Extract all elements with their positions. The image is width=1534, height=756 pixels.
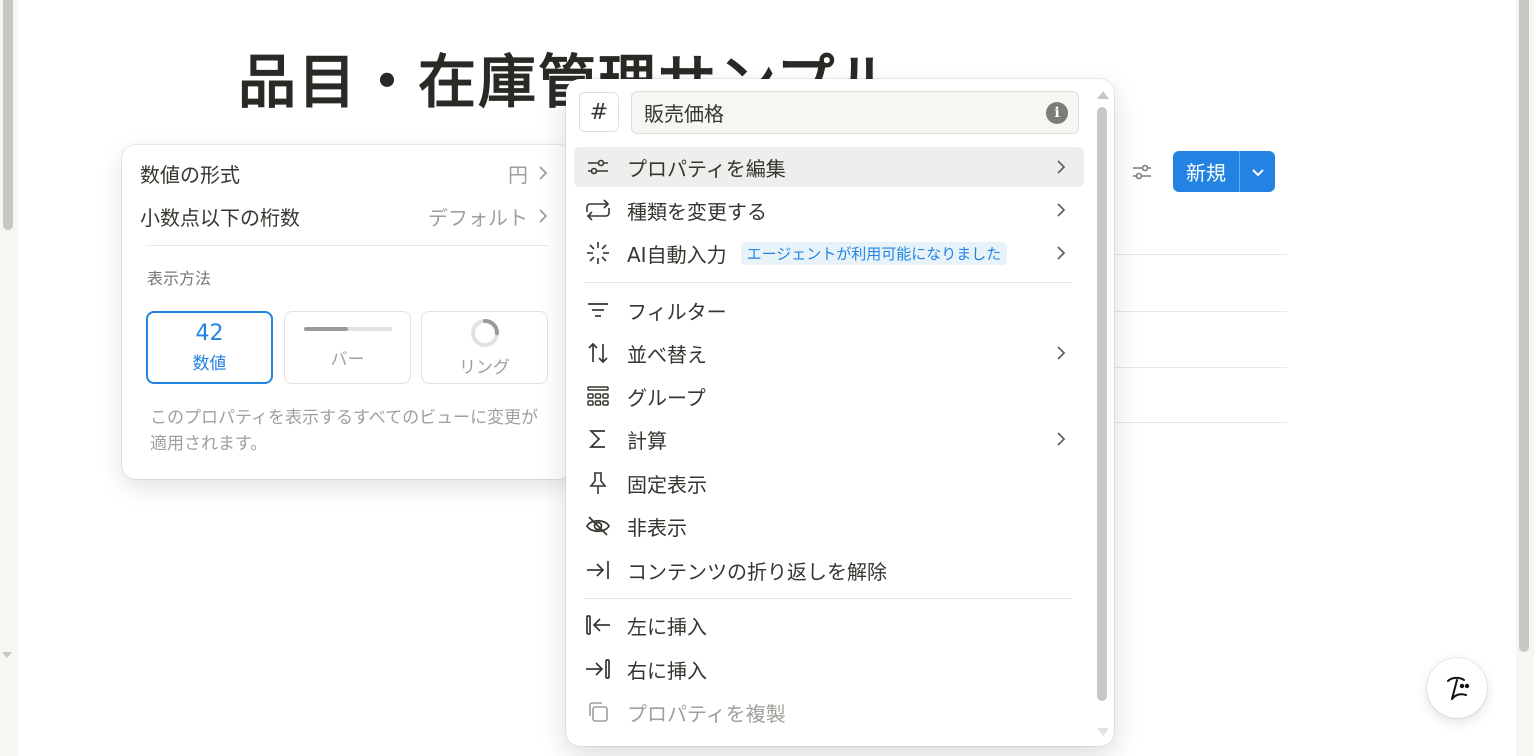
number-format-value: 円: [508, 162, 528, 187]
info-icon[interactable]: i: [1046, 101, 1068, 124]
menu-item-label: 並べ替え: [627, 342, 707, 367]
chevron-right-icon: [1057, 246, 1066, 260]
sparkle-icon: [584, 239, 612, 267]
eye-off-icon: [584, 512, 612, 540]
display-option-bar-label: バー: [330, 350, 365, 370]
duplicate-icon: [584, 698, 612, 726]
menu-scrollbar-thumb[interactable]: [1097, 107, 1107, 701]
sigma-icon: [584, 425, 612, 453]
property-name-input[interactable]: [642, 99, 1046, 126]
new-button-group: 新規: [1173, 151, 1275, 192]
menu-item-label: フィルター: [627, 299, 727, 324]
menu-item-label: 左に挿入: [627, 614, 707, 639]
property-menu: # i プロパティを編集 種類を変更する AI自動入力 エージェントが利用可能に…: [566, 79, 1114, 746]
menu-item-label: グループ: [627, 385, 706, 410]
menu-scroll-down-arrow[interactable]: [1097, 728, 1109, 736]
swap-icon: [584, 196, 612, 224]
menu-item-duplicate-property[interactable]: プロパティを複製: [574, 692, 1084, 732]
menu-item-hide[interactable]: 非表示: [574, 506, 1084, 546]
display-option-ring-label: リング: [459, 358, 510, 378]
left-scrollbar-down-arrow[interactable]: [2, 652, 12, 658]
display-option-number-label: 数値: [192, 354, 227, 374]
menu-item-label: 固定表示: [627, 472, 707, 497]
menu-item-label: 種類を変更する: [627, 199, 767, 224]
display-option-number-sample: 42: [195, 321, 224, 346]
ring-preview-icon: [470, 319, 499, 347]
menu-item-calculate[interactable]: 計算: [574, 419, 1084, 459]
menu-item-label: 非表示: [627, 515, 687, 540]
insert-right-icon: [584, 655, 612, 683]
display-option-bar[interactable]: バー: [284, 311, 411, 384]
table-row-divider: [1110, 422, 1287, 423]
sort-icon: [584, 339, 612, 367]
view-settings-icon[interactable]: [1130, 160, 1154, 184]
menu-item-label: 右に挿入: [627, 658, 707, 683]
menu-divider: [584, 282, 1072, 283]
unwrap-icon: [584, 556, 612, 584]
menu-item-insert-left[interactable]: 左に挿入: [574, 605, 1084, 645]
menu-item-label: 計算: [627, 428, 667, 453]
menu-item-group[interactable]: グループ: [574, 376, 1084, 416]
chevron-right-icon: [539, 166, 548, 180]
chevron-right-icon: [1057, 203, 1066, 217]
panel-divider: [146, 245, 548, 246]
decimal-places-label: 小数点以下の桁数: [140, 205, 300, 230]
filter-icon: [584, 296, 612, 324]
menu-item-unwrap[interactable]: コンテンツの折り返しを解除: [574, 550, 1084, 590]
chevron-right-icon: [1057, 160, 1066, 174]
left-scrollbar-thumb[interactable]: [3, 0, 13, 230]
new-button[interactable]: 新規: [1173, 151, 1239, 192]
menu-item-change-type[interactable]: 種類を変更する: [574, 190, 1084, 230]
menu-item-sort[interactable]: 並べ替え: [574, 333, 1084, 373]
property-type-button[interactable]: #: [579, 92, 619, 132]
chevron-right-icon: [539, 209, 548, 223]
bar-preview: [303, 327, 392, 331]
number-format-row[interactable]: 数値の形式 円: [140, 156, 550, 190]
number-format-panel: 数値の形式 円 小数点以下の桁数 デフォルト 表示方法 42 数値 バー リング…: [122, 145, 572, 479]
help-button[interactable]: [1427, 658, 1487, 718]
menu-scrollbar[interactable]: [1096, 91, 1109, 736]
menu-divider: [584, 598, 1072, 599]
menu-item-filter[interactable]: フィルター: [574, 290, 1084, 330]
table-row-divider: [1110, 367, 1287, 368]
right-scrollbar[interactable]: [1516, 0, 1534, 756]
menu-item-label: AI自動入力: [627, 242, 727, 267]
chevron-right-icon: [1057, 346, 1066, 360]
decimal-places-value: デフォルト: [428, 205, 528, 230]
decimal-places-row[interactable]: 小数点以下の桁数 デフォルト: [140, 199, 550, 233]
pin-icon: [584, 469, 612, 497]
menu-item-label: プロパティを編集: [627, 156, 786, 181]
menu-item-label: プロパティを複製: [627, 701, 786, 726]
right-scrollbar-thumb[interactable]: [1519, 0, 1529, 652]
sliders-icon: [584, 153, 612, 181]
menu-item-label: コンテンツの折り返しを解除: [627, 559, 887, 584]
table-row-divider: [1110, 254, 1287, 255]
menu-item-insert-right[interactable]: 右に挿入: [574, 649, 1084, 689]
ai-assistant-icon: [1447, 676, 1470, 700]
display-option-number[interactable]: 42 数値: [146, 311, 273, 384]
chevron-right-icon: [1057, 432, 1066, 446]
number-format-label: 数値の形式: [140, 162, 240, 187]
chevron-down-icon[interactable]: [1240, 151, 1275, 192]
menu-scroll-up-arrow[interactable]: [1097, 91, 1109, 99]
display-section-label: 表示方法: [147, 269, 212, 288]
property-name-field[interactable]: i: [631, 91, 1079, 134]
display-option-ring[interactable]: リング: [421, 311, 548, 384]
insert-left-icon: [584, 611, 612, 639]
left-scrollbar[interactable]: [0, 0, 18, 756]
menu-item-ai-autofill[interactable]: AI自動入力 エージェントが利用可能になりました: [574, 233, 1084, 273]
table-row-divider: [1110, 311, 1287, 312]
menu-item-pin[interactable]: 固定表示: [574, 463, 1084, 503]
menu-item-edit-property[interactable]: プロパティを編集: [574, 147, 1084, 187]
display-note: このプロパティを表示するすべてのビューに変更が適用されます。: [150, 408, 539, 454]
bar-preview-fill: [303, 327, 348, 331]
agent-available-badge: エージェントが利用可能になりました: [740, 241, 1008, 265]
group-icon: [584, 382, 612, 410]
